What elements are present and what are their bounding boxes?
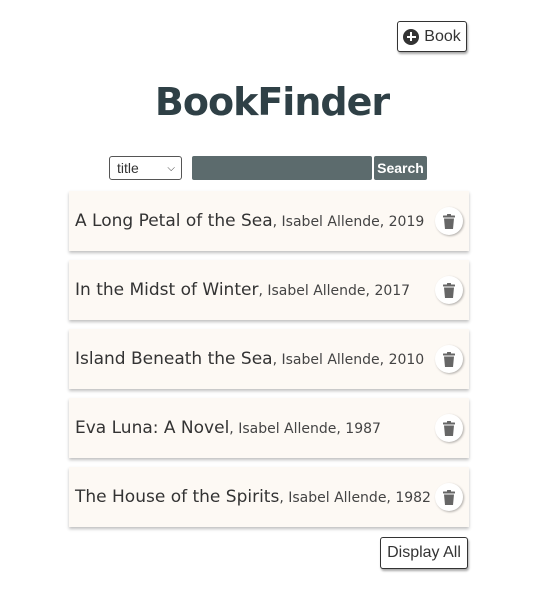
display-all-button[interactable]: Display All [380,537,468,569]
book-meta: , Isabel Allende, 2019 [272,214,425,230]
delete-button[interactable] [435,276,463,304]
book-entry: Island Beneath the Sea, Isabel Allende, … [75,349,424,369]
book-meta: , Isabel Allende, 1987 [229,421,381,437]
search-field-value: title [117,160,139,176]
delete-button[interactable] [435,414,463,442]
book-meta: , Isabel Allende, 1982 [279,490,431,506]
book-card: Island Beneath the Sea, Isabel Allende, … [69,329,469,389]
add-book-button[interactable]: Book [397,21,467,52]
book-card: Eva Luna: A Novel, Isabel Allende, 1987 [69,398,469,458]
book-title: Island Beneath the Sea [75,349,273,369]
app-title: BookFinder [154,80,390,124]
delete-button[interactable] [435,345,463,373]
book-title: Eva Luna: A Novel [75,418,230,438]
search-group: Search [192,156,427,180]
delete-button[interactable] [435,207,463,235]
chevron-down-icon: ⌵ [167,162,175,174]
book-card: The House of the Spirits, Isabel Allende… [69,467,469,527]
book-title: A Long Petal of the Sea [75,211,273,231]
trash-icon [443,489,455,505]
search-input[interactable] [192,156,372,180]
book-meta: , Isabel Allende, 2010 [272,352,425,368]
search-bar: title ⌵ Search [109,156,427,180]
add-book-label: Book [424,27,461,45]
book-card: A Long Petal of the Sea, Isabel Allende,… [69,191,469,251]
trash-icon [443,351,455,367]
trash-icon [443,213,455,229]
trash-icon [443,282,455,298]
book-entry: The House of the Spirits, Isabel Allende… [75,487,431,507]
search-field-select[interactable]: title ⌵ [109,156,182,180]
book-meta: , Isabel Allende, 2017 [258,283,411,299]
search-button[interactable]: Search [374,156,427,180]
book-entry: In the Midst of Winter, Isabel Allende, … [75,280,410,300]
book-list: A Long Petal of the Sea, Isabel Allende,… [69,191,469,527]
book-entry: Eva Luna: A Novel, Isabel Allende, 1987 [75,418,381,438]
book-title: In the Midst of Winter [75,280,259,300]
book-entry: A Long Petal of the Sea, Isabel Allende,… [75,211,424,231]
plus-circle-icon [403,28,420,45]
book-card: In the Midst of Winter, Isabel Allende, … [69,260,469,320]
delete-button[interactable] [435,483,463,511]
trash-icon [443,420,455,436]
book-title: The House of the Spirits [75,487,280,507]
